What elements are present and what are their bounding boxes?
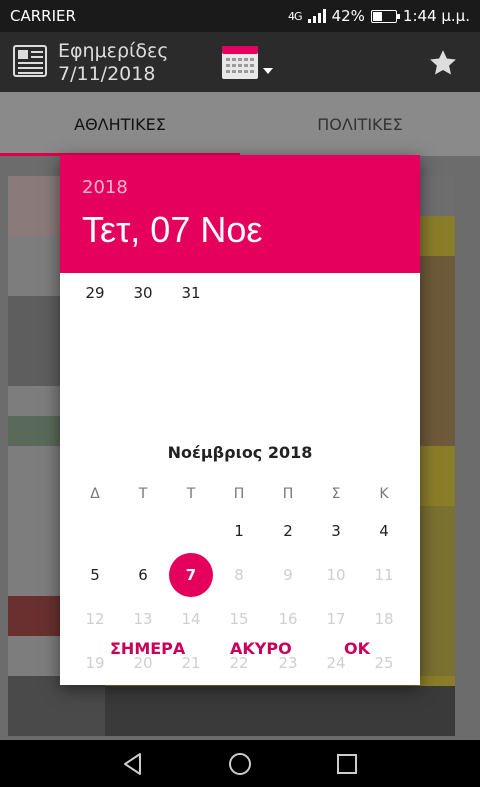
calendar-day[interactable]: 5	[73, 553, 117, 597]
calendar-grid: Νοέμβριος 2018 29 30 31 Δ Τ Τ Π Π Σ Κ 1 2 3 4 5 6 7 8 9 10 1…	[60, 271, 420, 672]
calendar-day[interactable]: 4	[362, 509, 406, 553]
calendar-day[interactable]: 11	[362, 553, 406, 597]
tab-politics[interactable]: ΠΟΛΙΤΙΚΕΣ	[240, 92, 480, 156]
calendar-icon[interactable]	[221, 44, 259, 80]
network-type: 4G	[288, 9, 302, 23]
app-date: 7/11/2018	[58, 63, 156, 85]
clock: 1:44 μ.μ.	[402, 7, 470, 25]
ok-button[interactable]: OK	[338, 631, 376, 666]
calendar-day[interactable]: 10	[314, 553, 358, 597]
app-title: Εφημερίδες	[58, 40, 169, 62]
month-title: Νοέμβριος 2018	[167, 443, 313, 462]
weekday-label: Τ	[186, 486, 196, 502]
calendar-day[interactable]: 6	[121, 553, 165, 597]
calendar-day-prev[interactable]: 30	[121, 271, 165, 315]
date-picker-header: 2018 Τετ, 07 Νοε	[60, 155, 420, 273]
weekday-label: Κ	[379, 486, 389, 502]
weekday-label: Π	[282, 486, 294, 502]
carrier-label: CARRIER	[10, 7, 76, 25]
calendar-day[interactable]: 7	[169, 553, 213, 597]
dialog-actions: ΣΗΜΕΡΑ ΑΚΥΡΟ OK	[60, 613, 420, 685]
calendar-day-prev[interactable]: 31	[169, 271, 213, 315]
date-picker-dialog: 2018 Τετ, 07 Νοε Νοέμβριος 2018 29 30 31 Δ Τ…	[60, 155, 420, 685]
tab-sports[interactable]: ΑΘΛΗΤΙΚΕΣ	[0, 92, 240, 156]
navigation-bar	[0, 740, 480, 787]
weekday-label: Σ	[331, 486, 341, 502]
battery-icon	[370, 9, 400, 23]
weekday-label: Π	[233, 486, 245, 502]
newspaper-icon[interactable]	[12, 44, 48, 78]
recents-icon[interactable]	[334, 751, 360, 777]
calendar-day[interactable]: 3	[314, 509, 358, 553]
selected-date-title[interactable]: Τετ, 07 Νοε	[82, 209, 262, 251]
selected-year[interactable]: 2018	[82, 177, 128, 198]
category-tabs: ΑΘΛΗΤΙΚΕΣ ΠΟΛΙΤΙΚΕΣ	[0, 92, 480, 156]
status-bar: CARRIER 4G 42% 1:44 μ.μ.	[0, 0, 480, 32]
weekday-label: Τ	[138, 486, 148, 502]
calendar-day[interactable]: 1	[217, 509, 261, 553]
calendar-day[interactable]: 8	[217, 553, 261, 597]
chevron-down-icon[interactable]	[263, 68, 273, 74]
app-bar: Εφημερίδες 7/11/2018	[0, 32, 480, 92]
back-icon[interactable]	[120, 751, 146, 777]
cancel-button[interactable]: ΑΚΥΡΟ	[224, 631, 298, 666]
star-icon[interactable]	[428, 48, 458, 78]
today-button[interactable]: ΣΗΜΕΡΑ	[104, 631, 191, 666]
battery-percent: 42%	[331, 7, 365, 25]
home-icon[interactable]	[227, 751, 253, 777]
calendar-day[interactable]: 2	[266, 509, 310, 553]
signal-icon	[307, 9, 326, 23]
calendar-day[interactable]: 9	[266, 553, 310, 597]
weekday-label: Δ	[90, 486, 100, 502]
calendar-day-prev[interactable]: 29	[73, 271, 117, 315]
